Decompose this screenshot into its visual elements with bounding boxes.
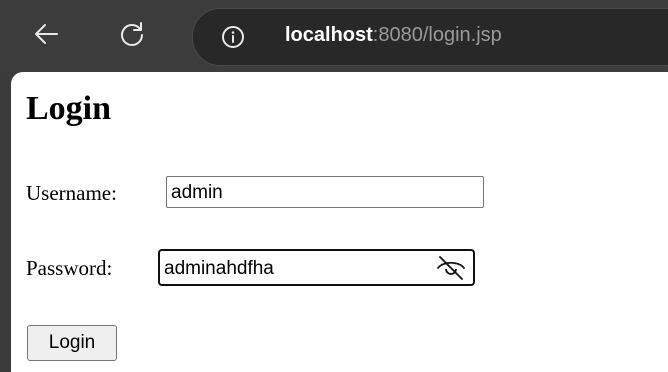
site-info-button[interactable]: [221, 25, 245, 49]
username-input[interactable]: admin: [166, 176, 484, 208]
password-value: adminahdfha: [164, 258, 274, 279]
password-input[interactable]: adminahdfha: [158, 249, 475, 286]
eye-slash-icon: [437, 256, 465, 280]
username-label: Username:: [26, 181, 117, 205]
url-host: localhost: [285, 24, 373, 46]
address-bar[interactable]: localhost:8080/login.jsp: [192, 8, 668, 66]
info-icon: [222, 26, 244, 48]
reload-icon: [121, 22, 143, 46]
page-content: Login Username: admin Password: adminahd…: [11, 72, 668, 372]
page-title: Login: [26, 90, 112, 127]
url-text[interactable]: localhost:8080/login.jsp: [285, 24, 502, 47]
url-path: :8080/login.jsp: [372, 24, 502, 46]
login-button[interactable]: Login: [27, 325, 117, 361]
browser-toolbar: localhost:8080/login.jsp: [0, 0, 668, 72]
reload-button[interactable]: [112, 14, 152, 54]
password-label: Password:: [26, 256, 113, 280]
arrow-left-icon: [35, 24, 58, 44]
back-button[interactable]: [26, 14, 66, 54]
password-visibility-toggle[interactable]: [435, 254, 467, 282]
